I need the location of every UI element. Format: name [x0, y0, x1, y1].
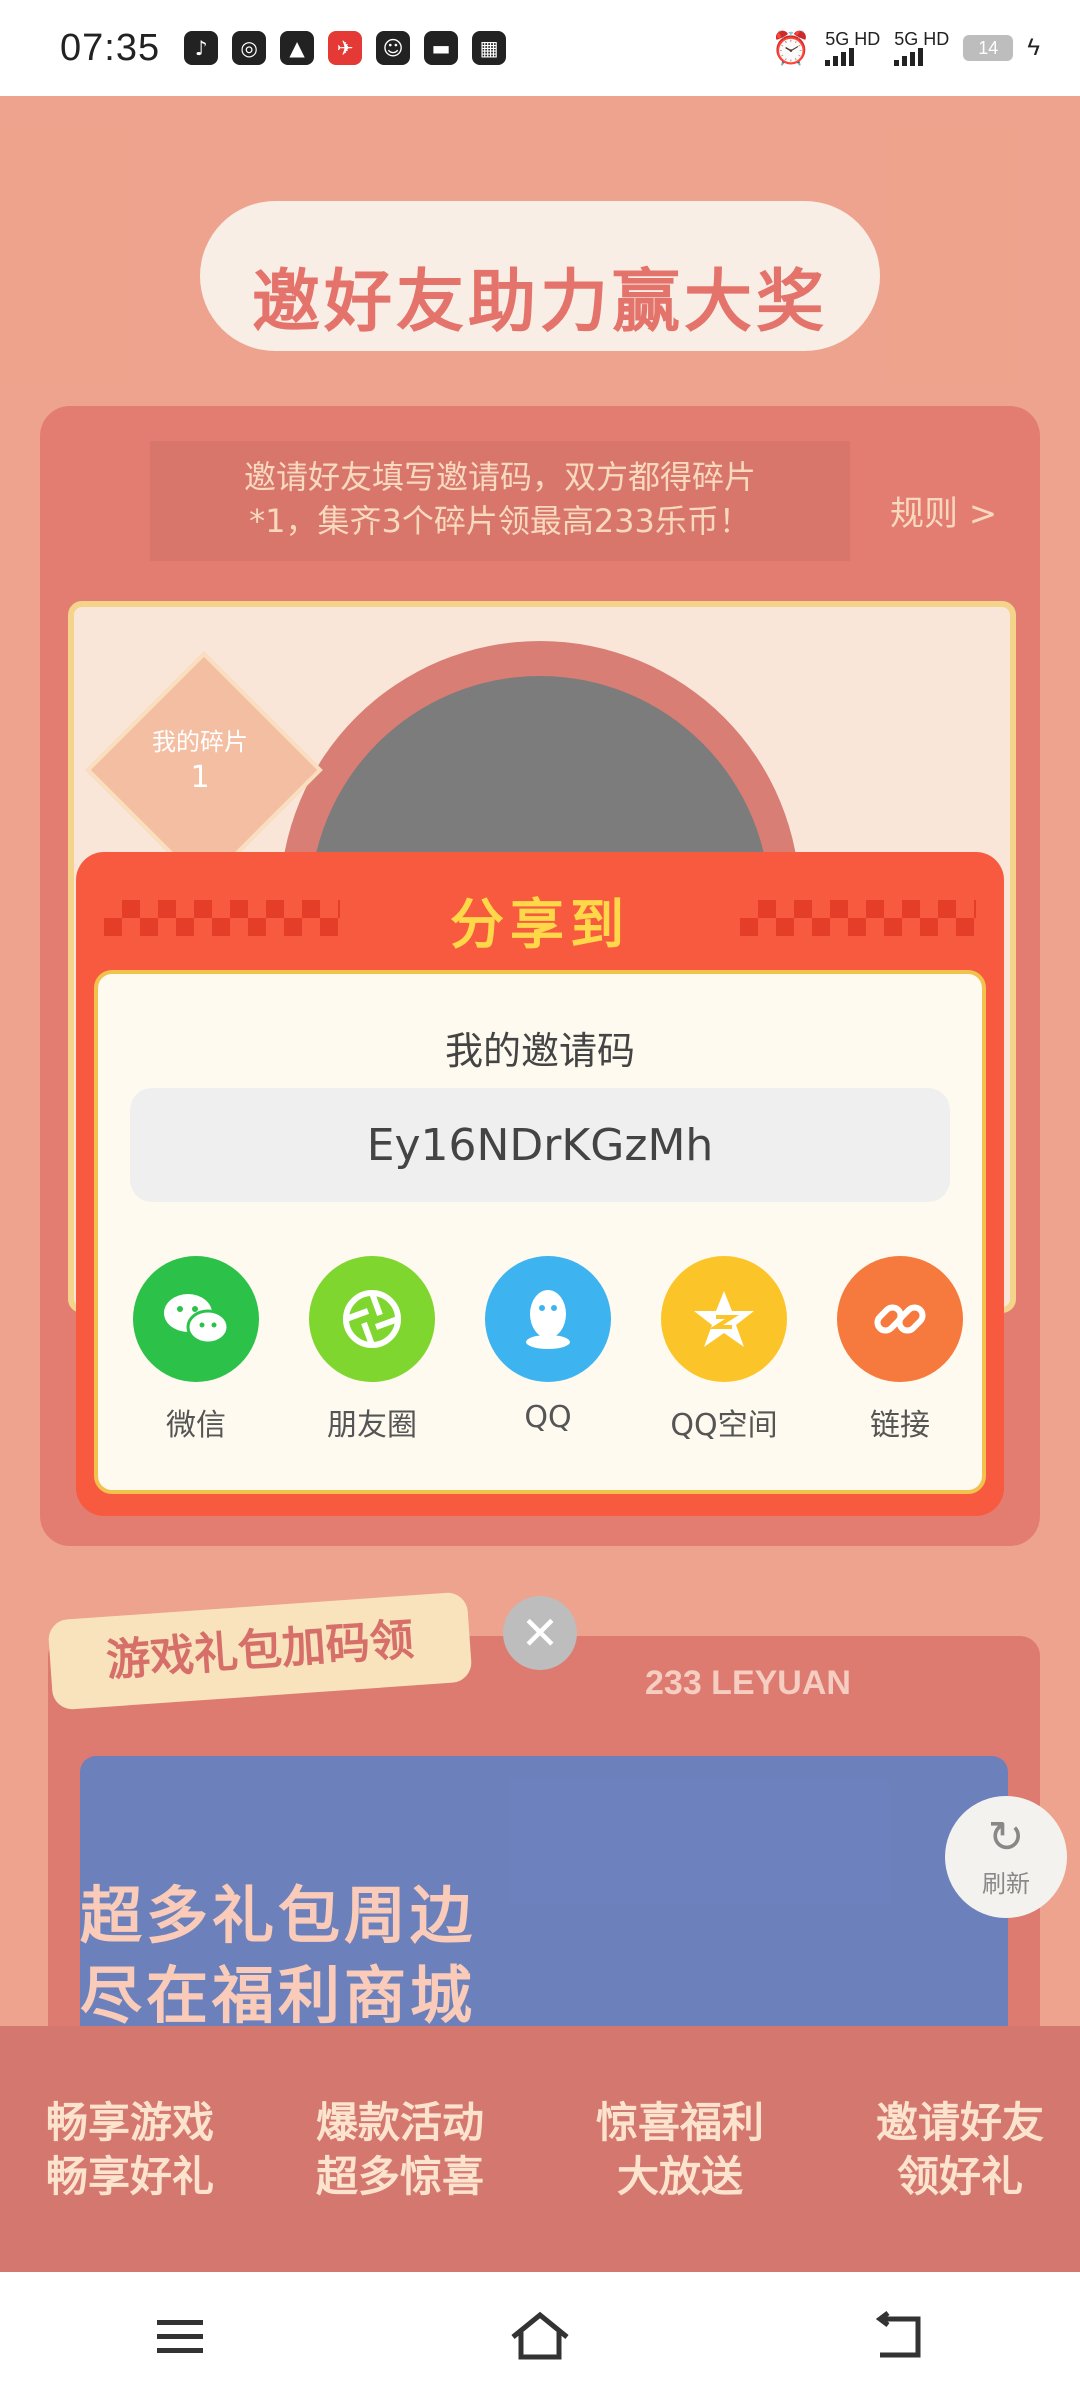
share-modal: 分享到 我的邀请码 Ey16NDrKGzMh 微信 朋友圈 QQ QQ空间 链接: [76, 852, 1004, 1516]
share-modal-body: 我的邀请码 Ey16NDrKGzMh 微信 朋友圈 QQ QQ空间 链接: [94, 970, 986, 1494]
link-icon: [837, 1256, 963, 1382]
inbox-icon: ▬: [424, 31, 459, 65]
browser-icon: ◎: [232, 31, 267, 65]
share-qzone-button[interactable]: QQ空间: [636, 1256, 812, 1444]
share-moments-button[interactable]: 朋友圈: [284, 1256, 460, 1444]
home-nav-button[interactable]: [480, 2286, 600, 2386]
share-wechat-button[interactable]: 微信: [108, 1256, 284, 1444]
moments-icon: [309, 1256, 435, 1382]
menu-icon: [157, 2320, 203, 2353]
map-icon: ▲: [280, 31, 315, 65]
ctrip-icon: ✈: [328, 31, 363, 65]
wechat-icon: [133, 1256, 259, 1382]
share-moments-label: 朋友圈: [327, 1408, 417, 1443]
back-nav-button[interactable]: [840, 2286, 960, 2386]
back-icon: [875, 2311, 921, 2358]
share-wechat-label: 微信: [166, 1408, 226, 1443]
share-modal-title: 分享到: [450, 893, 630, 956]
qq-notification-icon: ☺: [376, 31, 411, 65]
close-icon: ✕: [520, 1606, 560, 1660]
charging-icon: ϟ: [1027, 34, 1040, 61]
share-targets: 微信 朋友圈 QQ QQ空间 链接: [108, 1256, 972, 1456]
share-qq-button[interactable]: QQ: [460, 1256, 636, 1435]
menu-nav-button[interactable]: [120, 2286, 240, 2386]
qq-icon: [485, 1256, 611, 1382]
qzone-icon: [661, 1256, 787, 1382]
share-link-label: 链接: [870, 1408, 930, 1443]
invite-code-value: Ey16NDrKGzMh: [366, 1119, 714, 1171]
status-bar: 07:35 ♪ ◎ ▲ ✈ ☺ ▬ ▦ ⏰ 5G HD 5G HD 14 ϟ: [0, 0, 1080, 96]
signal-2-indicator: 5G HD: [894, 30, 949, 66]
signal-1-indicator: 5G HD: [825, 30, 880, 66]
share-qzone-label: QQ空间: [670, 1408, 778, 1443]
alarm-icon: ⏰: [771, 30, 812, 66]
share-qq-label: QQ: [524, 1400, 572, 1435]
battery-indicator: 14: [963, 35, 1014, 61]
gallery-icon: ▦: [472, 31, 507, 65]
status-time: 07:35: [60, 26, 161, 69]
home-icon: [511, 2311, 569, 2360]
douyin-icon: ♪: [184, 31, 219, 65]
system-nav-bar: [0, 2272, 1080, 2400]
invite-code-label: 我的邀请码: [444, 1029, 635, 1073]
share-link-button[interactable]: 链接: [812, 1256, 988, 1444]
invite-code-field[interactable]: Ey16NDrKGzMh: [130, 1088, 950, 1202]
close-modal-button[interactable]: ✕: [503, 1596, 577, 1670]
